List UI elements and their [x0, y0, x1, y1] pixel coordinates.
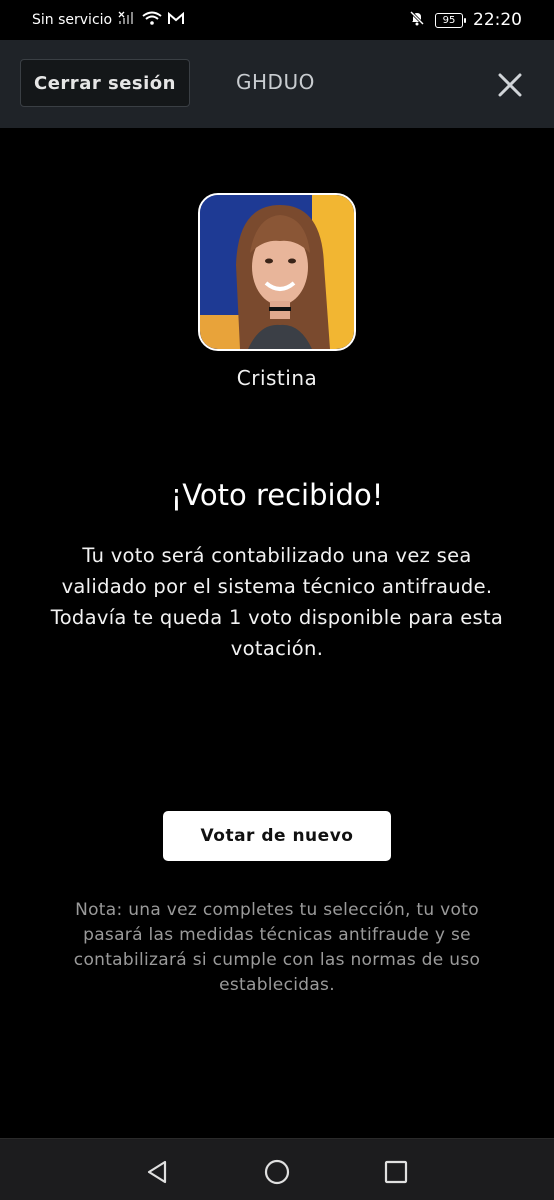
no-signal-icon	[118, 11, 136, 29]
back-icon[interactable]	[143, 1157, 173, 1187]
confirmation-message: Tu voto será contabilizado una vez sea v…	[50, 544, 504, 660]
clock: 22:20	[473, 10, 522, 30]
antifraud-note: Nota: una vez completes tu selección, tu…	[73, 900, 481, 995]
battery-level: 95	[442, 14, 456, 26]
system-nav-bar	[0, 1138, 554, 1200]
status-bar-left: Sin servicio	[32, 11, 185, 29]
home-icon[interactable]	[262, 1157, 292, 1187]
status-bar: Sin servicio 95 22:20	[0, 0, 554, 40]
vote-again-button[interactable]: Votar de nuevo	[163, 811, 391, 861]
status-bar-right: 95 22:20	[409, 10, 522, 30]
close-icon[interactable]	[494, 69, 526, 101]
carrier-label: Sin servicio	[32, 12, 113, 28]
battery-icon: 95	[435, 12, 466, 28]
recents-icon[interactable]	[381, 1157, 411, 1187]
candidate-name: Cristina	[236, 366, 318, 390]
candidate-avatar	[198, 193, 356, 351]
app-header: Cerrar sesión GHDUO	[0, 40, 554, 128]
candidate-photo	[200, 195, 354, 349]
logout-button[interactable]: Cerrar sesión	[20, 59, 190, 107]
header-title: GHDUO	[236, 70, 315, 94]
gmail-icon	[168, 11, 185, 29]
mute-icon	[409, 10, 425, 30]
wifi-icon	[142, 11, 162, 29]
confirmation-headline: ¡Voto recibido!	[170, 478, 384, 512]
